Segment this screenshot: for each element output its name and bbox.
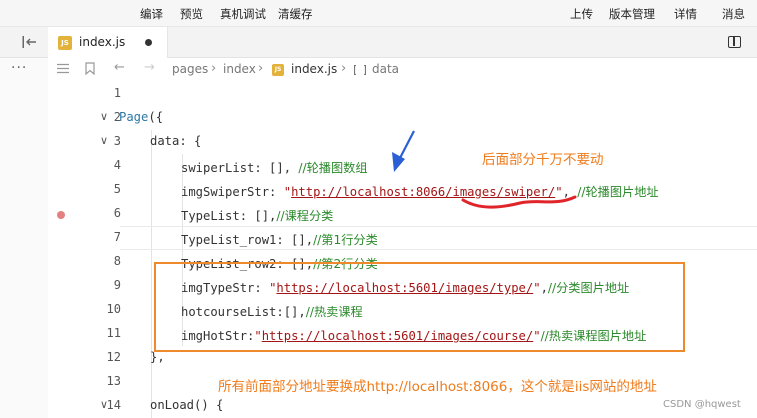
code-text[interactable]: TypeList_row1: [],//第1行分类: [181, 230, 378, 248]
annotation-bottom-note: 所有前面部分地址要换成http://localhost:8066，这个就是iis…: [218, 379, 657, 395]
js-file-icon: JS: [58, 36, 72, 50]
device-debug-button[interactable]: 真机调试: [220, 6, 266, 22]
chevron-right-icon: ›: [258, 61, 264, 76]
clear-cache-button[interactable]: 清缓存: [278, 6, 313, 22]
line-number: 5: [113, 182, 121, 196]
line-number: 9: [113, 278, 121, 292]
js-file-icon: JS: [272, 64, 284, 76]
unsaved-dot-icon[interactable]: [145, 39, 152, 46]
code-token: //轮播图片地址: [577, 185, 659, 199]
code-text[interactable]: },: [150, 350, 165, 364]
code-token: //轮播图数组: [298, 161, 368, 175]
bookmark-icon[interactable]: [85, 62, 95, 75]
code-token: ({: [148, 110, 164, 124]
upload-button[interactable]: 上传: [570, 6, 593, 22]
code-text[interactable]: data: {: [150, 134, 201, 148]
blue-arrow-annotation: [392, 130, 415, 172]
annotation-top-note: 后面部分千万不要动: [482, 152, 604, 168]
watermark: CSDN @hqwest: [663, 399, 741, 410]
fold-chevron-icon[interactable]: ∨: [100, 398, 108, 411]
list-icon[interactable]: [57, 63, 69, 74]
code-text[interactable]: TypeList: [],//课程分类: [181, 206, 333, 224]
breadcrumb: ← → pages › index › JS index.js › data: [48, 58, 757, 82]
code-token: },: [150, 350, 165, 364]
code-token: ": [283, 185, 292, 199]
line-number: 4: [113, 158, 121, 172]
code-line[interactable]: 2 ∨ Page({: [48, 106, 757, 130]
code-text[interactable]: Page({: [119, 110, 163, 124]
compile-button[interactable]: 编译: [140, 6, 163, 22]
preview-button[interactable]: 预览: [180, 6, 203, 22]
breakpoint-icon[interactable]: [57, 211, 65, 219]
line-number: 7: [113, 230, 121, 244]
tab-index-js[interactable]: JS index.js: [48, 27, 168, 58]
breadcrumb-data[interactable]: data: [372, 62, 399, 76]
code-text[interactable]: onLoad() {: [150, 398, 223, 412]
forward-arrow-icon[interactable]: →: [144, 60, 155, 75]
code-token: onLoad() {: [150, 398, 224, 412]
code-token: data:: [150, 134, 195, 148]
breadcrumb-index[interactable]: index: [223, 62, 256, 76]
version-management-button[interactable]: 版本管理: [609, 6, 655, 22]
chevron-right-icon: ›: [211, 61, 217, 76]
code-token: {: [194, 134, 202, 148]
object-icon: [354, 65, 366, 75]
line-number: 13: [106, 374, 121, 388]
toggle-sidebar-icon[interactable]: [22, 35, 38, 49]
line-number: 8: [113, 254, 121, 268]
chevron-right-icon: ›: [341, 61, 347, 76]
details-button[interactable]: 详情: [674, 6, 697, 22]
back-arrow-icon[interactable]: ←: [114, 60, 125, 75]
line-number: 11: [106, 326, 121, 340]
code-text[interactable]: swiperList: [], //轮播图数组: [181, 158, 368, 176]
code-token: swiperList: [],: [181, 161, 299, 175]
left-rail: ···: [0, 58, 48, 418]
code-line[interactable]: 5 imgSwiperStr: "http://localhost:8066/im…: [48, 178, 757, 202]
line-number: 6: [113, 206, 121, 220]
code-token: //第1行分类: [313, 233, 378, 247]
fold-chevron-icon[interactable]: ∨: [100, 134, 108, 147]
fold-chevron-icon[interactable]: ∨: [100, 110, 108, 123]
line-number: 1: [113, 86, 121, 100]
code-line[interactable]: 1: [48, 82, 757, 106]
split-editor-icon[interactable]: [728, 36, 741, 48]
top-toolbar: 编译 预览 真机调试 清缓存 上传 版本管理 详情 消息: [0, 0, 757, 27]
line-number: 12: [106, 350, 121, 364]
code-token: TypeList: [],: [181, 209, 277, 223]
code-token: TypeList_row1: [],: [181, 233, 314, 247]
code-token: //课程分类: [276, 209, 334, 223]
breadcrumb-file[interactable]: index.js: [291, 62, 337, 76]
messages-button[interactable]: 消息: [722, 6, 745, 22]
code-line[interactable]: 6 TypeList: [],//课程分类: [48, 202, 757, 226]
more-icon[interactable]: ···: [11, 60, 27, 76]
code-line[interactable]: 7 TypeList_row1: [],//第1行分类: [48, 226, 757, 250]
breadcrumb-pages[interactable]: pages: [172, 62, 208, 76]
editor-tab-bar: JS index.js: [0, 27, 757, 58]
code-token: imgSwiperStr:: [181, 185, 284, 199]
tab-label: index.js: [79, 35, 126, 49]
highlight-box-annotation: [154, 262, 685, 352]
line-number: 10: [106, 302, 121, 316]
code-line[interactable]: 14 ∨ onLoad() {: [48, 394, 757, 418]
code-text[interactable]: imgSwiperStr: "http://localhost:8066/ima…: [181, 182, 659, 200]
red-squiggle-annotation: [461, 195, 577, 209]
code-token: Page: [119, 110, 149, 124]
